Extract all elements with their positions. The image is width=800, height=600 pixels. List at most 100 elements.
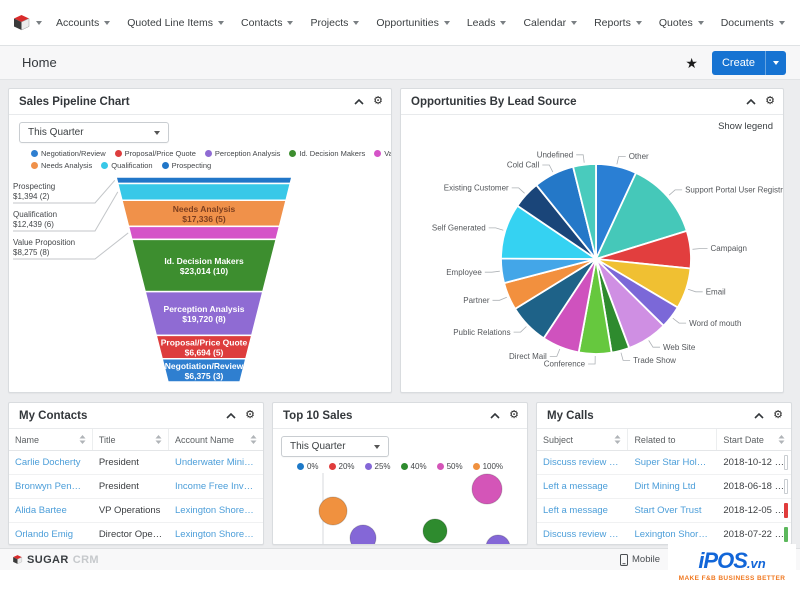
legend-item-100[interactable]: 100% [473, 462, 503, 471]
gear-icon[interactable]: ⚙ [373, 96, 383, 107]
contact-name-link[interactable]: Orlando Emig [9, 529, 93, 540]
call-related-link[interactable]: Super Star Holdings I... [628, 457, 717, 468]
column-header-name[interactable]: Name [9, 429, 93, 450]
nav-item-projects[interactable]: Projects [310, 17, 359, 29]
sugarcrm-logo[interactable]: SUGARCRM [12, 554, 99, 566]
legend-item-qualification[interactable]: Qualification [101, 161, 152, 170]
pipeline-filter-dropdown[interactable]: This Quarter [19, 122, 169, 143]
nav-item-leads[interactable]: Leads [467, 17, 507, 29]
nav-item-quotes[interactable]: Quotes [659, 17, 704, 29]
legend-item-perception-analysis[interactable]: Perception Analysis [205, 149, 280, 158]
mobile-link[interactable]: Mobile [620, 554, 660, 566]
bubble-40-2[interactable] [423, 519, 447, 543]
column-header-start-date[interactable]: Start Date [717, 429, 791, 450]
panel-sales-pipeline-header: Sales Pipeline Chart ⚙ [9, 89, 391, 115]
contact-account-link[interactable]: Lexington Shores Corp [169, 529, 263, 540]
nav-item-accounts[interactable]: Accounts [56, 17, 110, 29]
nav-item-quoted-line-items[interactable]: Quoted Line Items [127, 17, 224, 29]
svg-text:Qualification: Qualification [13, 210, 57, 219]
gear-icon[interactable]: ⚙ [245, 410, 255, 421]
create-button[interactable]: Create [712, 51, 786, 75]
column-header-subject[interactable]: Subject [537, 429, 628, 450]
legend-item-50[interactable]: 50% [437, 462, 463, 471]
legend-dot-icon [365, 463, 372, 470]
call-status-indicator [784, 527, 788, 542]
gear-icon[interactable]: ⚙ [773, 410, 783, 421]
collapse-chevron-icon[interactable] [746, 99, 756, 105]
sort-icon[interactable] [610, 435, 621, 444]
svg-text:$6,375 (3): $6,375 (3) [185, 371, 224, 381]
bubble-chart[interactable] [273, 471, 527, 545]
contact-title: President [93, 457, 169, 468]
collapse-chevron-icon[interactable] [226, 413, 236, 419]
sort-icon[interactable] [151, 435, 162, 444]
legend-item-25[interactable]: 25% [365, 462, 391, 471]
bubble-50-3[interactable] [472, 474, 502, 504]
column-header-related-to[interactable]: Related to [628, 429, 717, 450]
calls-table-header: SubjectRelated toStart Date [537, 429, 791, 451]
contact-account-link[interactable]: Lexington Shores Corp [169, 505, 263, 516]
collapse-chevron-icon[interactable] [754, 413, 764, 419]
sort-icon[interactable] [246, 435, 257, 444]
sort-icon[interactable] [774, 435, 785, 444]
call-related-link[interactable]: Lexington Shores Corp [628, 529, 717, 540]
pie-label-cold-call: Cold Call [507, 161, 540, 170]
pie-label-campaign: Campaign [711, 244, 747, 253]
legend-item-20[interactable]: 20% [329, 462, 355, 471]
panel-top-10-sales-header: Top 10 Sales ⚙ [273, 403, 527, 429]
column-header-title[interactable]: Title [93, 429, 169, 450]
legend-item-prospecting[interactable]: Prospecting [162, 161, 212, 170]
create-button-label[interactable]: Create [712, 51, 765, 75]
legend-item-negotiation-review[interactable]: Negotiation/Review [31, 149, 106, 158]
funnel-stage-qualification[interactable] [118, 184, 291, 201]
nav-item-opportunities[interactable]: Opportunities [376, 17, 449, 29]
column-header-account-name[interactable]: Account Name [169, 429, 263, 450]
legend-item-40[interactable]: 40% [401, 462, 427, 471]
legend-dot-icon [401, 463, 408, 470]
legend-dot-icon [374, 150, 381, 157]
favorite-star-icon[interactable]: ★ [685, 56, 698, 70]
funnel-stage-prospecting[interactable] [116, 177, 292, 184]
bubble-25-4[interactable] [486, 535, 510, 545]
contact-name-link[interactable]: Bronwyn Penman [9, 481, 93, 492]
legend-item-proposal-price-quote[interactable]: Proposal/Price Quote [115, 149, 196, 158]
bubble-25-1[interactable] [350, 525, 376, 545]
panel-my-calls: My Calls ⚙ SubjectRelated toStart Date D… [536, 402, 792, 545]
call-related-link[interactable]: Start Over Trust [628, 505, 717, 516]
gear-icon[interactable]: ⚙ [509, 410, 519, 421]
legend-dot-icon [205, 150, 212, 157]
topsales-filter-dropdown[interactable]: This Quarter [281, 436, 389, 457]
sort-icon[interactable] [75, 435, 86, 444]
contact-account-link[interactable]: Underwater Mining Inc. [169, 457, 263, 468]
panel-title: Sales Pipeline Chart [19, 96, 130, 108]
call-subject-link[interactable]: Left a message [537, 481, 628, 492]
nav-item-reports[interactable]: Reports [594, 17, 642, 29]
nav-item-calendar[interactable]: Calendar [523, 17, 577, 29]
chevron-down-icon [636, 21, 642, 25]
contact-account-link[interactable]: Income Free Investing ... [169, 481, 263, 492]
contact-name-link[interactable]: Alida Bartee [9, 505, 93, 516]
collapse-chevron-icon[interactable] [490, 413, 500, 419]
call-status-indicator [784, 455, 788, 470]
legend-item-id-decision-makers[interactable]: Id. Decision Makers [289, 149, 365, 158]
contact-name-link[interactable]: Carlie Docherty [9, 457, 93, 468]
call-subject-link[interactable]: Discuss review process [537, 529, 628, 540]
nav-item-contacts[interactable]: Contacts [241, 17, 293, 29]
nav-item-documents[interactable]: Documents [721, 17, 785, 29]
funnel-chart[interactable]: Needs Analysis$17,336 (5)Id. Decision Ma… [9, 173, 392, 391]
legend-item-0[interactable]: 0% [297, 462, 319, 471]
legend-item-needs-analysis[interactable]: Needs Analysis [31, 161, 92, 170]
call-subject-link[interactable]: Left a message [537, 505, 628, 516]
bubble-100-0[interactable] [319, 497, 347, 525]
legend-item-value-proposition[interactable]: Value Proposition [374, 149, 392, 158]
call-related-link[interactable]: Dirt Mining Ltd [628, 481, 717, 492]
pie-chart[interactable]: OtherSupport Portal User RegistrationCam… [401, 116, 784, 392]
call-start-date: 2018-12-05 09:45 [717, 505, 791, 516]
call-subject-link[interactable]: Discuss review process [537, 457, 628, 468]
call-row: Left a messageDirt Mining Ltd2018-06-18 … [537, 475, 791, 499]
app-logo[interactable] [12, 13, 42, 32]
gear-icon[interactable]: ⚙ [765, 96, 775, 107]
collapse-chevron-icon[interactable] [354, 99, 364, 105]
funnel-stage-value-proposition[interactable] [129, 226, 280, 239]
create-dropdown-toggle[interactable] [765, 51, 786, 75]
